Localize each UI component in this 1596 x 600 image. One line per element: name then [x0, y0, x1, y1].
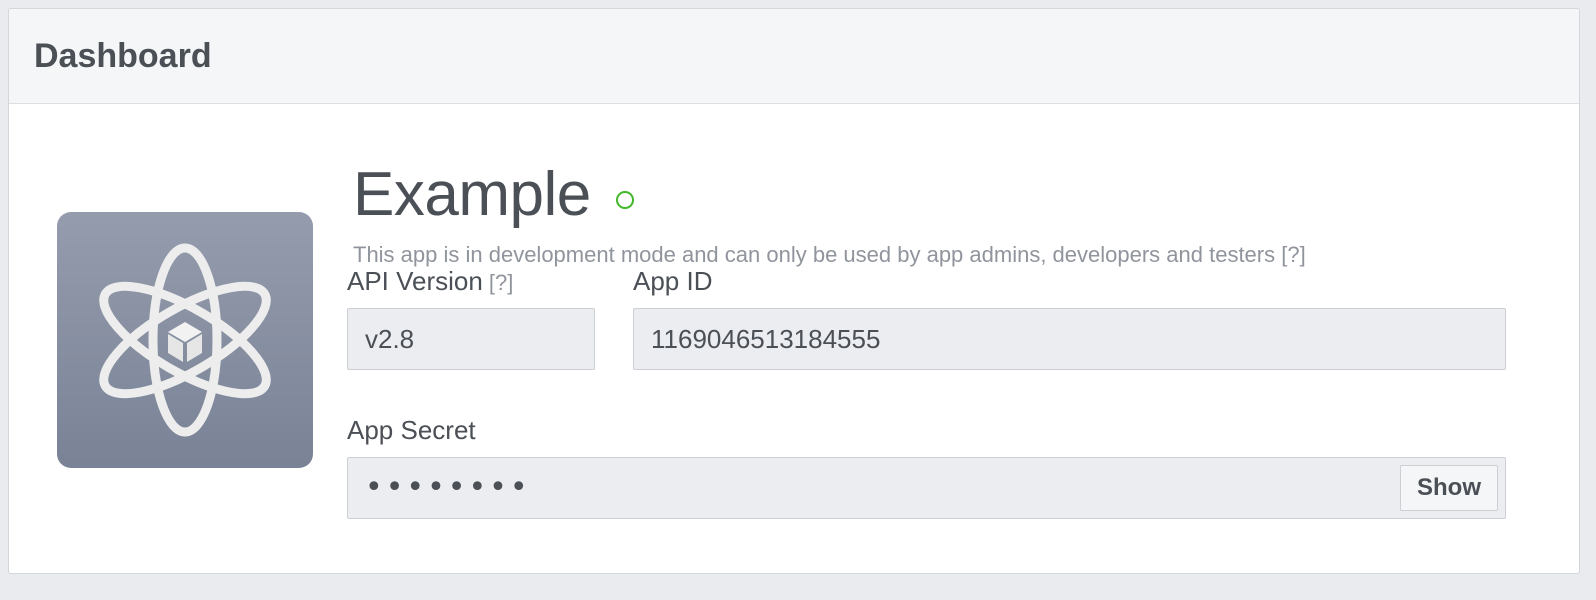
- panel-header: Dashboard: [9, 9, 1579, 104]
- show-secret-button[interactable]: Show: [1400, 465, 1498, 511]
- app-id-field[interactable]: 1169046513184555: [633, 308, 1506, 370]
- api-version-label: API Version [?]: [347, 265, 513, 299]
- app-icon: [57, 212, 313, 468]
- development-mode-text: This app is in development mode and can …: [353, 242, 1276, 267]
- page-title: Dashboard: [34, 37, 212, 75]
- app-id-value: 1169046513184555: [651, 324, 881, 354]
- development-status-icon: [616, 191, 634, 209]
- app-secret-field[interactable]: •••••••• Show: [347, 457, 1506, 519]
- development-mode-help-link[interactable]: [?]: [1281, 242, 1305, 267]
- api-version-value: v2.8: [365, 324, 415, 354]
- app-id-label: App ID: [633, 266, 713, 296]
- app-secret-label: App Secret: [347, 415, 476, 445]
- api-version-label-text: API Version: [347, 266, 483, 296]
- api-version-help-link[interactable]: [?]: [489, 270, 513, 295]
- api-version-field[interactable]: v2.8: [347, 308, 595, 370]
- app-name: Example: [353, 160, 591, 229]
- app-secret-value: ••••••••: [365, 470, 531, 505]
- dashboard-panel: Dashboard Example This app is in develop…: [8, 8, 1580, 574]
- atom-cube-icon: [99, 243, 271, 437]
